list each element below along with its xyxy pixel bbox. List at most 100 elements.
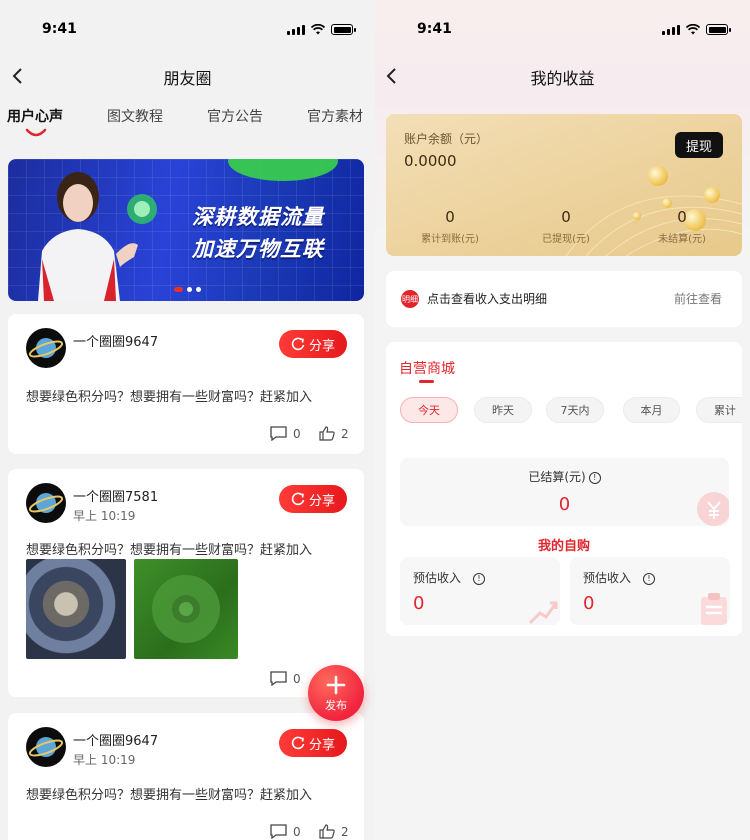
post-author[interactable]: 一个圈圈9647 [73, 730, 158, 749]
comment-icon [270, 671, 287, 686]
share-label: 分享 [308, 737, 335, 753]
estimate-label: 预估收入 [583, 571, 632, 585]
post-card: 一个圈圈9647 早上 10:19 分享 想要绿色积分吗？想要拥有一些财富吗？赶… [8, 713, 364, 840]
banner-subheadline: 加速万物互联 [192, 237, 324, 261]
share-button[interactable]: 分享 [279, 729, 347, 757]
detail-text: 点击查看收入支出明细 [427, 292, 548, 306]
share-button[interactable]: 分享 [279, 485, 347, 513]
filter-7days[interactable]: 7天内 [546, 397, 604, 423]
avatar[interactable] [26, 328, 66, 368]
like-count[interactable]: 2 [319, 824, 349, 839]
comment-count[interactable]: 0 [270, 426, 301, 441]
share-label: 分享 [308, 338, 335, 354]
comment-count-value: 0 [293, 426, 301, 441]
settled-label-row: 已结算(元)! [400, 468, 729, 485]
balance-label: 账户余额（元） [404, 132, 489, 146]
detail-icon: 明细 [401, 290, 419, 308]
post-author[interactable]: 一个圈圈9647 [73, 331, 158, 350]
stat-label: 累计到账(元) [421, 234, 479, 245]
stat-unsettled: 0 未结算(元) [642, 208, 722, 245]
post-time: 早上 10:19 [73, 753, 136, 767]
yuan-icon [697, 492, 729, 526]
filter-yesterday[interactable]: 昨天 [474, 397, 532, 423]
filter-today[interactable]: 今天 [400, 397, 458, 423]
estimate-label-row: 预估收入! [413, 569, 486, 586]
joystick-icon [152, 575, 220, 643]
stat-withdrawn: 0 已提现(元) [526, 208, 606, 245]
share-icon [291, 492, 305, 506]
detail-link[interactable]: 前往查看 [674, 290, 722, 307]
planet-icon [28, 493, 64, 513]
info-icon[interactable]: ! [473, 572, 486, 585]
publish-label: 发布 [325, 699, 347, 712]
status-time: 9:41 [417, 21, 452, 37]
trend-up-icon [528, 601, 558, 625]
page-title: 我的收益 [530, 69, 595, 88]
like-count[interactable]: 2 [319, 426, 349, 441]
share-icon [291, 736, 305, 750]
post-image-1[interactable] [26, 559, 126, 659]
wifi-icon [686, 24, 700, 35]
comment-count-value: 0 [293, 671, 301, 686]
wifi-icon [311, 24, 325, 35]
filter-total[interactable]: 累计 [696, 397, 742, 423]
tab-announcements[interactable]: 官方公告 [207, 106, 263, 126]
comment-count[interactable]: 0 [270, 824, 301, 839]
carousel-dots[interactable] [174, 287, 201, 292]
estimate-value: 0 [583, 593, 595, 614]
like-count-value: 2 [341, 426, 349, 441]
filter-month[interactable]: 本月 [623, 397, 680, 423]
page-title: 朋友圈 [163, 69, 212, 88]
estimate-box: 预估收入! 0 [570, 557, 730, 625]
balance-amount: 0.0000 [404, 152, 457, 170]
info-icon[interactable]: ! [588, 471, 601, 484]
comment-icon [270, 824, 287, 839]
thumbs-up-icon [319, 824, 335, 839]
battery-icon [331, 24, 356, 35]
balance-card: 账户余额（元） 0.0000 提现 0 累计到账(元) 0 已提现(元) 0 未… [386, 114, 742, 256]
post-time: 早上 10:19 [73, 509, 136, 523]
stat-label: 未结算(元) [658, 234, 706, 245]
share-icon [291, 337, 305, 351]
thumbs-up-icon [319, 426, 335, 441]
status-time: 9:41 [42, 21, 77, 37]
promo-banner[interactable]: 深耕数据流量 加速万物互联 [8, 159, 364, 301]
settled-box: 已结算(元)! 0 [400, 458, 729, 526]
tab-tutorials[interactable]: 图文教程 [107, 106, 163, 126]
tab-indicator-icon [25, 128, 47, 137]
plus-icon [326, 675, 346, 695]
estimate-box: 预估收入! 0 [400, 557, 560, 625]
estimate-label: 预估收入 [413, 571, 462, 585]
comment-count[interactable]: 0 [270, 671, 301, 686]
post-author[interactable]: 一个圈圈7581 [73, 486, 158, 505]
comment-count-value: 0 [293, 824, 301, 839]
moments-screen: 9:41 朋友圈 用户心声 图文教程 官方公告 官方素材 深耕数据流量 加速万物… [0, 0, 375, 840]
earnings-screen: 9:41 我的收益 账户余额（元） 0.0000 提现 0 累计到账(元) 0 … [375, 0, 750, 840]
post-text: 想要绿色积分吗？想要拥有一些财富吗？赶紧加入 [26, 788, 313, 803]
share-button[interactable]: 分享 [279, 330, 347, 358]
signal-icon [287, 24, 305, 35]
income-detail-row[interactable]: 明细 点击查看收入支出明细 前往查看 [386, 271, 742, 327]
avatar[interactable] [26, 483, 66, 523]
coin-icon [648, 166, 668, 186]
post-image-2[interactable] [134, 559, 238, 659]
mall-title[interactable]: 自营商城 [399, 358, 455, 378]
tab-user-voice[interactable]: 用户心声 [7, 106, 63, 126]
estimate-label-row: 预估收入! [583, 569, 656, 586]
publish-button[interactable]: 发布 [308, 665, 364, 721]
post-text: 想要绿色积分吗？想要拥有一些财富吗？赶紧加入 [26, 543, 313, 558]
tab-materials[interactable]: 官方素材 [307, 106, 363, 126]
coin-icon [662, 198, 672, 208]
withdraw-button[interactable]: 提现 [675, 132, 723, 158]
stat-total-received: 0 累计到账(元) [410, 208, 490, 245]
post-text: 想要绿色积分吗？想要拥有一些财富吗？赶紧加入 [26, 390, 313, 405]
planet-icon [28, 737, 64, 757]
avatar[interactable] [26, 727, 66, 767]
estimate-value: 0 [413, 593, 425, 614]
stat-value: 0 [561, 208, 571, 226]
post-card: 一个圈圈7581 早上 10:19 分享 想要绿色积分吗？想要拥有一些财富吗？赶… [8, 469, 364, 697]
battery-icon [706, 24, 731, 35]
tab-bar: 用户心声 图文教程 官方公告 官方素材 [0, 104, 375, 140]
signal-icon [662, 24, 680, 35]
info-icon[interactable]: ! [643, 572, 656, 585]
